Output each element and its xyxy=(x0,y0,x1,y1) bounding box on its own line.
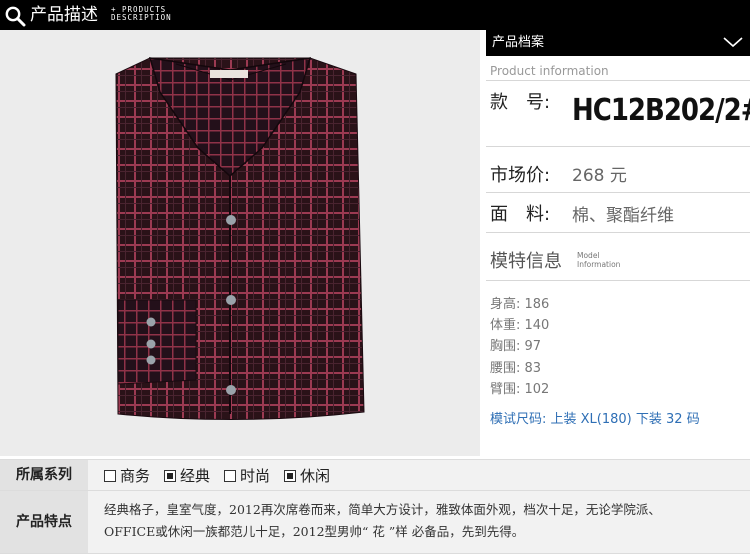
search-icon xyxy=(5,6,26,27)
panel-subheading: Product information xyxy=(490,64,609,78)
series-option-label: 时尚 xyxy=(240,467,271,485)
features-line2: OFFICE或休闲一族都范儿十足，2012型男帅“ 花 ”样 必备品，先到先得。 xyxy=(104,524,525,539)
series-option-fashion[interactable]: 时尚 xyxy=(224,465,270,486)
series-option-label: 经典 xyxy=(180,467,211,485)
fabric-label: 面 料: xyxy=(490,204,551,225)
measurement-chest: 胸围: 97 xyxy=(490,339,542,354)
chevron-down-icon[interactable] xyxy=(722,34,744,50)
divider xyxy=(486,280,750,281)
divider xyxy=(486,80,750,81)
model-info-en-line2: Information xyxy=(577,260,621,269)
price-label: 市场价: xyxy=(490,165,551,186)
series-option-casual[interactable]: 休闲 xyxy=(284,465,330,486)
checkbox-business[interactable] xyxy=(104,469,116,482)
measurement-arm: 臂围: 102 xyxy=(490,382,550,397)
features-text: 经典格子，皇室气度，2012再次席卷而来，简单大方设计，雅致体面外观，档次十足，… xyxy=(104,499,744,543)
panel-heading-label: 产品档案 xyxy=(492,35,545,50)
series-option-label: 商务 xyxy=(120,467,151,485)
style-number-label: 款 号: xyxy=(490,92,551,113)
fabric-value: 棉、聚酯纤维 xyxy=(572,206,674,226)
features-label: 产品特点 xyxy=(0,491,88,553)
divider xyxy=(486,232,750,233)
panel-heading[interactable]: 产品档案 xyxy=(486,30,750,56)
features-line1: 经典格子，皇室气度，2012再次席卷而来，简单大方设计，雅致体面外观，档次十足，… xyxy=(104,502,661,517)
price-value: 268 元 xyxy=(572,166,627,186)
section-title-en: + PRODUCTS DESCRIPTION xyxy=(111,6,172,22)
model-info-title: 模特信息 xyxy=(490,251,562,272)
series-option-classic[interactable]: 经典 xyxy=(164,465,210,486)
product-info-panel: 产品档案 Product information 款 号: HC12B202/2… xyxy=(486,30,750,456)
checkbox-casual[interactable] xyxy=(284,469,297,482)
model-info-title-en: Model Information xyxy=(577,251,620,269)
trial-size: 模试尺码: 上装 XL(180) 下装 32 码 xyxy=(490,412,700,427)
features-row: 产品特点 经典格子，皇室气度，2012再次席卷而来，简单大方设计，雅致体面外观，… xyxy=(0,491,750,554)
section-title-en-line2: DESCRIPTION xyxy=(111,13,172,22)
section-title: 产品描述 xyxy=(30,5,98,25)
divider xyxy=(486,146,750,147)
shirt-illustration xyxy=(115,57,365,421)
section-header: 产品描述 + PRODUCTS DESCRIPTION xyxy=(0,0,750,30)
series-row: 所属系列 商务 经典 时尚 休闲 xyxy=(0,459,750,491)
measurement-weight: 体重: 140 xyxy=(490,318,550,333)
measurement-waist: 腰围: 83 xyxy=(490,361,542,376)
checkbox-classic[interactable] xyxy=(164,469,177,482)
series-options: 商务 经典 时尚 休闲 xyxy=(104,465,344,486)
model-info-en-line1: Model xyxy=(577,251,600,260)
style-number-value: HC12B202/2# xyxy=(572,93,750,129)
series-label: 所属系列 xyxy=(0,460,88,490)
checkbox-fashion[interactable] xyxy=(224,469,237,482)
product-photo xyxy=(0,30,480,456)
divider xyxy=(486,192,750,193)
series-option-label: 休闲 xyxy=(300,467,331,485)
measurement-height: 身高: 186 xyxy=(490,297,550,312)
series-option-business[interactable]: 商务 xyxy=(104,465,150,486)
